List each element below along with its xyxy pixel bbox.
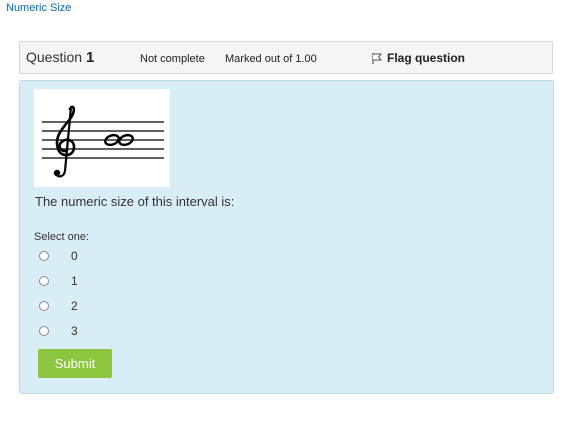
- music-staff-image: [34, 89, 170, 187]
- flag-icon: [372, 52, 382, 64]
- answer-option-1[interactable]: 1: [39, 272, 78, 290]
- question-number: Question 1: [26, 49, 94, 66]
- radio-button[interactable]: [39, 301, 49, 311]
- radio-button[interactable]: [39, 276, 49, 286]
- radio-button[interactable]: [39, 251, 49, 261]
- answer-label: 0: [71, 249, 78, 263]
- answer-label: 2: [71, 299, 78, 313]
- question-number-value: 1: [85, 49, 95, 66]
- question-content: The numeric size of this interval is: Se…: [19, 80, 554, 394]
- radio-button[interactable]: [39, 326, 49, 336]
- answer-option-0[interactable]: 0: [39, 247, 78, 265]
- answer-label: 3: [71, 324, 78, 338]
- select-one-prompt: Select one:: [34, 231, 90, 243]
- question-text: The numeric size of this interval is:: [35, 194, 235, 209]
- answer-label: 1: [71, 274, 78, 288]
- treble-clef-icon: [53, 105, 76, 178]
- page-title-link[interactable]: Numeric Size: [6, 2, 71, 14]
- answer-option-2[interactable]: 2: [39, 297, 78, 315]
- flag-question-label: Flag question: [387, 51, 465, 65]
- flag-question-button[interactable]: Flag question: [372, 51, 465, 65]
- question-label: Question: [26, 49, 83, 65]
- question-state: Not complete: [140, 53, 205, 65]
- submit-button[interactable]: Submit: [38, 349, 112, 378]
- question-grade: Marked out of 1.00: [225, 53, 317, 65]
- question-info-bar: Question 1 Not complete Marked out of 1.…: [19, 41, 553, 74]
- answer-option-3[interactable]: 3: [39, 322, 78, 340]
